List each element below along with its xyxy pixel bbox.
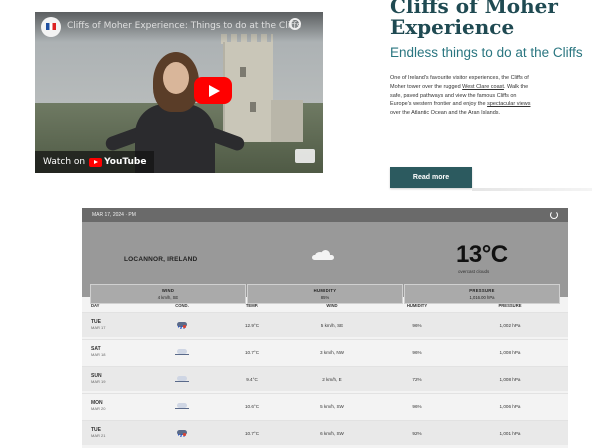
row-humidity: 96% xyxy=(412,322,422,328)
row-temp: 10.7°C xyxy=(244,349,260,355)
row-humidity: 72% xyxy=(412,376,422,382)
row-day: TUE MAR 21 xyxy=(82,427,142,439)
fog-icon xyxy=(175,348,189,356)
column-header: PRESSURE xyxy=(498,302,522,308)
forecast-table-header: DAY COND. TEMP. WIND HUMIDITY PRESSURE xyxy=(82,299,568,311)
row-temp: 10.7°C xyxy=(244,430,260,436)
tower-window xyxy=(240,67,246,77)
row-condition xyxy=(142,375,222,383)
current-temperature: 13°C xyxy=(456,241,508,268)
table-row: MON MAR 20 10.6°C 5 km/h, SW 96% 1,006 hPa xyxy=(82,393,568,418)
tower-window xyxy=(250,102,256,112)
row-condition xyxy=(142,348,222,356)
row-humidity: 96% xyxy=(412,349,422,355)
page-subtitle: Endless things to do at the Cliffs xyxy=(390,45,583,60)
rain-icon xyxy=(175,429,189,437)
day-date: MAR 18 xyxy=(91,352,106,357)
flag-icon xyxy=(46,23,56,30)
current-weather-panel: LOCANNOR, IRELAND 13°C overcast clouds W… xyxy=(82,222,568,304)
tower-wall xyxy=(271,100,303,142)
row-day: TUE MAR 17 xyxy=(82,319,142,331)
weather-widget: MAR 17, 2024 · PM LOCANNOR, IRELAND 13°C… xyxy=(82,208,568,448)
row-pressure: 1,008 hPa xyxy=(499,349,521,355)
article-section: Cliffs of Moher Experience Endless thing… xyxy=(390,0,611,118)
page-title: Cliffs of Moher Experience xyxy=(390,0,611,38)
title-line-2: Experience xyxy=(390,15,515,39)
day-date: MAR 19 xyxy=(91,379,106,384)
day-date: MAR 20 xyxy=(91,406,106,411)
west-clare-coast-link[interactable]: West Clare coast xyxy=(462,84,504,90)
column-header: COND. xyxy=(175,302,189,308)
row-condition xyxy=(142,429,222,437)
row-wind: 3 km/h, NW xyxy=(320,349,344,355)
channel-avatar-icon[interactable] xyxy=(41,17,61,37)
row-day: MON MAR 20 xyxy=(82,400,142,412)
day-date: MAR 17 xyxy=(91,325,106,330)
fog-icon xyxy=(175,402,189,410)
weather-description: overcast clouds xyxy=(458,269,490,274)
article-paragraph: One of Ireland's favourite visitor exper… xyxy=(390,74,611,118)
column-header: DAY xyxy=(91,302,100,308)
row-pressure: 1,002 hPa xyxy=(499,322,521,328)
paragraph-text: Moher tower over the rugged xyxy=(390,83,461,90)
row-day: SAT MAR 18 xyxy=(82,346,142,358)
stat-label: WIND xyxy=(161,288,175,293)
paragraph-text: safe, paved pathways and view the famous… xyxy=(390,92,517,99)
row-pressure: 1,001 hPa xyxy=(499,430,521,436)
row-pressure: 1,008 hPa xyxy=(499,376,521,382)
column-header: HUMIDITY xyxy=(406,302,428,308)
cloud-icon xyxy=(312,250,334,260)
spectacular-views-link[interactable]: spectacular views xyxy=(487,101,530,107)
share-icon[interactable] xyxy=(289,18,301,30)
row-condition xyxy=(142,402,222,410)
row-temp: 9.4°C xyxy=(246,376,258,382)
row-wind: 2 km/h, E xyxy=(322,376,342,382)
watch-on-youtube-button[interactable]: Watch on YouTube xyxy=(35,151,155,173)
row-pressure: 1,006 hPa xyxy=(499,403,521,409)
table-row: SAT MAR 18 10.7°C 3 km/h, NW 96% 1,008 hPa xyxy=(82,339,568,364)
row-temp: 12.9°C xyxy=(244,322,260,328)
read-more-button[interactable]: Read more xyxy=(390,167,472,188)
refresh-icon[interactable] xyxy=(550,211,558,219)
row-wind: 6 km/h, SW xyxy=(320,430,344,436)
row-temp: 10.6°C xyxy=(244,403,260,409)
row-humidity: 92% xyxy=(412,430,422,436)
rain-icon xyxy=(175,321,189,329)
row-condition xyxy=(142,321,222,329)
youtube-logo: YouTube xyxy=(89,157,146,167)
divider xyxy=(472,188,592,191)
weather-date: MAR 17, 2024 · PM xyxy=(92,212,136,218)
day-date: MAR 21 xyxy=(91,433,106,438)
row-wind: 5 km/h, SW xyxy=(320,403,344,409)
table-row: SUN MAR 19 9.4°C 2 km/h, E 72% 1,008 hPa xyxy=(82,366,568,391)
watch-on-label: Watch on xyxy=(43,157,86,167)
stat-label: PRESSURE xyxy=(469,288,495,293)
column-header: WIND xyxy=(326,302,338,308)
paragraph-text: Europe's western frontier and enjoy the xyxy=(390,101,486,108)
video-title[interactable]: Cliffs of Moher Experience: Things to do… xyxy=(67,21,301,31)
fog-icon xyxy=(175,375,189,383)
youtube-play-icon xyxy=(89,157,103,167)
youtube-wordmark: YouTube xyxy=(104,157,147,167)
paragraph-text: One of Ireland's favourite visitor exper… xyxy=(390,75,529,81)
paragraph-text: over the Atlantic Ocean and the Aran Isl… xyxy=(390,110,501,117)
youtube-video-embed[interactable]: Cliffs of Moher Experience: Things to do… xyxy=(35,12,323,173)
weather-location: LOCANNOR, IRELAND xyxy=(124,256,198,263)
row-humidity: 96% xyxy=(412,403,422,409)
table-row: TUE MAR 17 12.9°C 5 km/h, SE 96% 1,002 hPa xyxy=(82,312,568,337)
row-wind: 5 km/h, SE xyxy=(320,322,344,328)
play-button[interactable] xyxy=(194,77,232,104)
column-header: TEMP. xyxy=(245,302,259,308)
row-day: SUN MAR 19 xyxy=(82,373,142,385)
table-row: TUE MAR 21 10.7°C 6 km/h, SW 92% 1,001 hPa xyxy=(82,420,568,445)
brand-watermark-icon xyxy=(295,149,315,163)
paragraph-text: . Walk the xyxy=(503,83,529,90)
presenter-face xyxy=(163,62,189,94)
weather-header: MAR 17, 2024 · PM xyxy=(82,208,568,222)
stat-label: HUMIDITY xyxy=(313,288,337,293)
